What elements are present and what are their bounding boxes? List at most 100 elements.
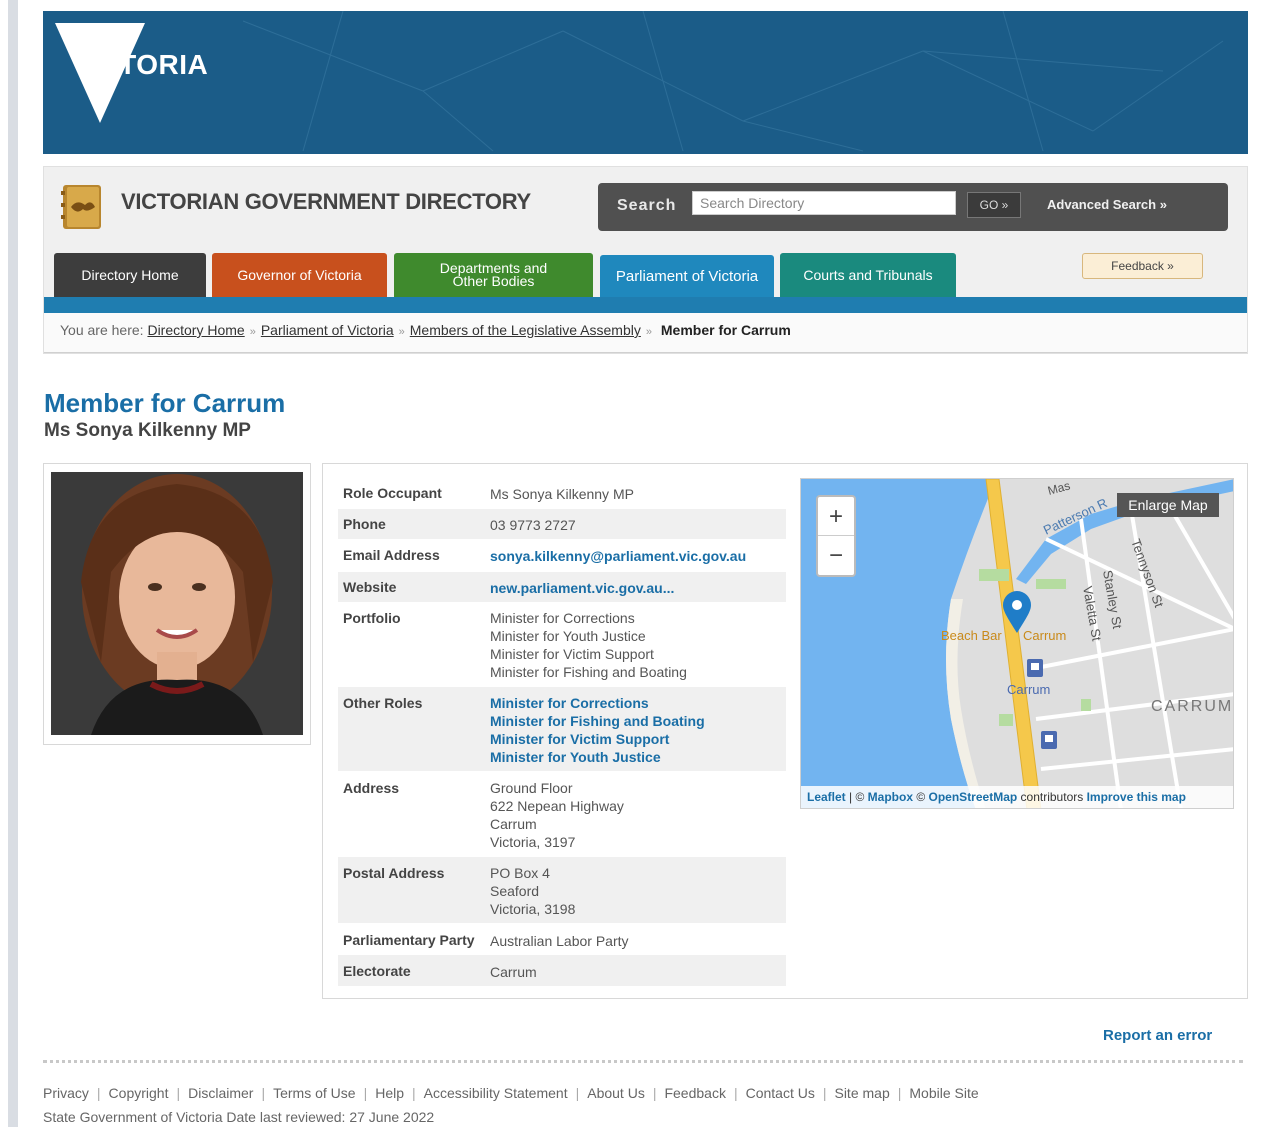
- bus-stop-icon: [1041, 731, 1057, 749]
- row-label: Parliamentary Party: [343, 932, 475, 948]
- attribution-text: ©: [913, 790, 929, 804]
- postal-line: Victoria, 3198: [490, 901, 576, 917]
- breadcrumb-separator: »: [645, 326, 652, 338]
- footer-separator: |: [412, 1085, 416, 1101]
- row-other-roles: Other Roles Minister for Corrections Min…: [338, 687, 786, 771]
- footer-note: State Government of Victoria Date last r…: [43, 1109, 435, 1125]
- breadcrumb-parliament[interactable]: Parliament of Victoria: [261, 322, 394, 338]
- other-role-link[interactable]: Minister for Victim Support: [490, 731, 669, 747]
- address-line: Victoria, 3197: [490, 834, 576, 850]
- map-zoom-control: + −: [816, 495, 856, 577]
- map-label-carrum-suburb: CARRUM: [1151, 698, 1233, 715]
- footer-separator: |: [96, 1085, 101, 1101]
- attribution-text: | ©: [845, 790, 868, 804]
- breadcrumb: You are here: Directory Home » Parliament …: [44, 313, 1247, 353]
- portfolio-item: Minister for Corrections: [490, 610, 635, 626]
- tab-departments[interactable]: Departments and Other Bodies: [394, 253, 593, 297]
- footer-separator: |: [261, 1085, 266, 1101]
- row-portfolio: Portfolio Minister for Corrections Minis…: [338, 603, 786, 686]
- postal-line: PO Box 4: [490, 865, 550, 881]
- attribution-text: contributors: [1017, 790, 1087, 804]
- row-label: Website: [343, 579, 397, 595]
- map-label-patterson: Patterson R: [1041, 495, 1110, 538]
- leaflet-link[interactable]: Leaflet: [807, 790, 846, 804]
- address-line: Carrum: [490, 816, 537, 832]
- tab-underline-strip: [44, 297, 1247, 313]
- breadcrumb-separator: »: [398, 326, 405, 338]
- footer-link-about[interactable]: About Us: [587, 1085, 645, 1101]
- tab-governor[interactable]: Governor of Victoria: [212, 253, 387, 297]
- other-role-link[interactable]: Minister for Corrections: [490, 695, 649, 711]
- tab-courts[interactable]: Courts and Tribunals: [780, 253, 956, 297]
- site-title: VICTORIAN GOVERNMENT DIRECTORY: [121, 189, 531, 214]
- footer-separator: |: [652, 1085, 657, 1101]
- zoom-out-button[interactable]: −: [818, 536, 854, 575]
- victoria-banner: VICTORIA: [43, 11, 1248, 154]
- footer-link-privacy[interactable]: Privacy: [43, 1085, 89, 1101]
- row-label: Postal Address: [343, 865, 445, 881]
- footer-link-disclaimer[interactable]: Disclaimer: [188, 1085, 253, 1101]
- breadcrumb-separator: »: [249, 326, 256, 338]
- footer-link-mobile[interactable]: Mobile Site: [909, 1085, 978, 1101]
- page-subtitle: Ms Sonya Kilkenny MP: [44, 420, 251, 441]
- location-map[interactable]: Mas Patterson R Tennyson St Stanley St V…: [800, 478, 1234, 809]
- footer-separator: |: [575, 1085, 580, 1101]
- train-station-icon: [1027, 659, 1043, 677]
- go-button[interactable]: GO »: [967, 192, 1021, 218]
- row-phone: Phone 03 9773 2727: [338, 509, 786, 539]
- breadcrumb-directory-home[interactable]: Directory Home: [147, 322, 244, 338]
- electorate-value: Carrum: [490, 964, 537, 980]
- phone-value: 03 9773 2727: [490, 517, 576, 533]
- map-label-carrum-station: Carrum: [1007, 682, 1050, 697]
- report-error-link[interactable]: Report an error: [1103, 1027, 1212, 1044]
- row-role-occupant: Role Occupant Ms Sonya Kilkenny MP: [338, 478, 786, 508]
- footer-link-feedback[interactable]: Feedback: [664, 1085, 725, 1101]
- row-label: Electorate: [343, 963, 411, 979]
- breadcrumb-members[interactable]: Members of the Legislative Assembly: [410, 322, 641, 338]
- advanced-search-link[interactable]: Advanced Search »: [1047, 197, 1167, 212]
- footer-link-help[interactable]: Help: [375, 1085, 404, 1101]
- other-role-link[interactable]: Minister for Youth Justice: [490, 749, 661, 765]
- map-label-tennyson: Tennyson St: [1128, 537, 1167, 610]
- row-postal-address: Postal Address PO Box 4 Seaford Victoria…: [338, 857, 786, 923]
- footer-separator: |: [897, 1085, 902, 1101]
- footer-divider: [43, 1060, 1243, 1063]
- member-photo-frame: [43, 463, 311, 745]
- footer-link-copyright[interactable]: Copyright: [109, 1085, 169, 1101]
- search-input[interactable]: [692, 191, 956, 215]
- tab-directory-home[interactable]: Directory Home: [54, 253, 206, 297]
- improve-map-link[interactable]: Improve this map: [1087, 790, 1186, 804]
- tab-parliament[interactable]: Parliament of Victoria: [600, 255, 774, 297]
- other-role-link[interactable]: Minister for Fishing and Boating: [490, 713, 705, 729]
- tab-departments-label: Departments and Other Bodies: [439, 260, 548, 289]
- portfolio-item: Minister for Fishing and Boating: [490, 664, 687, 680]
- row-address: Address Ground Floor 622 Nepean Highway …: [338, 772, 786, 856]
- map-label-beach-bar: Beach Bar: [941, 628, 1002, 643]
- footer-link-sitemap[interactable]: Site map: [834, 1085, 889, 1101]
- directory-header: VICTORIAN GOVERNMENT DIRECTORY Search GO…: [43, 166, 1248, 354]
- row-electorate: Electorate Carrum: [338, 955, 786, 986]
- row-label: Role Occupant: [343, 485, 442, 501]
- search-panel: Search GO » Advanced Search »: [598, 183, 1228, 231]
- enlarge-map-button[interactable]: Enlarge Map: [1117, 493, 1219, 517]
- footer-link-terms[interactable]: Terms of Use: [273, 1085, 355, 1101]
- email-link[interactable]: sonya.kilkenny@parliament.vic.gov.au: [490, 548, 746, 564]
- row-party: Parliamentary Party Australian Labor Par…: [338, 924, 786, 954]
- map-attribution: Leaflet | © Mapbox © OpenStreetMap contr…: [801, 786, 1233, 808]
- location-pin-icon[interactable]: [1001, 591, 1033, 635]
- footer-link-accessibility[interactable]: Accessibility Statement: [424, 1085, 568, 1101]
- osm-link[interactable]: OpenStreetMap: [929, 790, 1018, 804]
- portfolio-item: Minister for Victim Support: [490, 646, 654, 662]
- breadcrumb-current: Member for Carrum: [660, 322, 791, 338]
- address-line: Ground Floor: [490, 780, 573, 796]
- mapbox-link[interactable]: Mapbox: [868, 790, 913, 804]
- footer-link-contact[interactable]: Contact Us: [746, 1085, 815, 1101]
- row-label: Address: [343, 780, 400, 796]
- zoom-in-button[interactable]: +: [818, 497, 854, 536]
- feedback-button[interactable]: Feedback »: [1082, 253, 1203, 279]
- member-photo: [51, 472, 303, 735]
- website-link[interactable]: new.parliament.vic.gov.au...: [490, 580, 674, 596]
- left-edge-bar: [8, 0, 18, 1127]
- footer-separator: |: [733, 1085, 738, 1101]
- search-label: Search: [617, 197, 677, 214]
